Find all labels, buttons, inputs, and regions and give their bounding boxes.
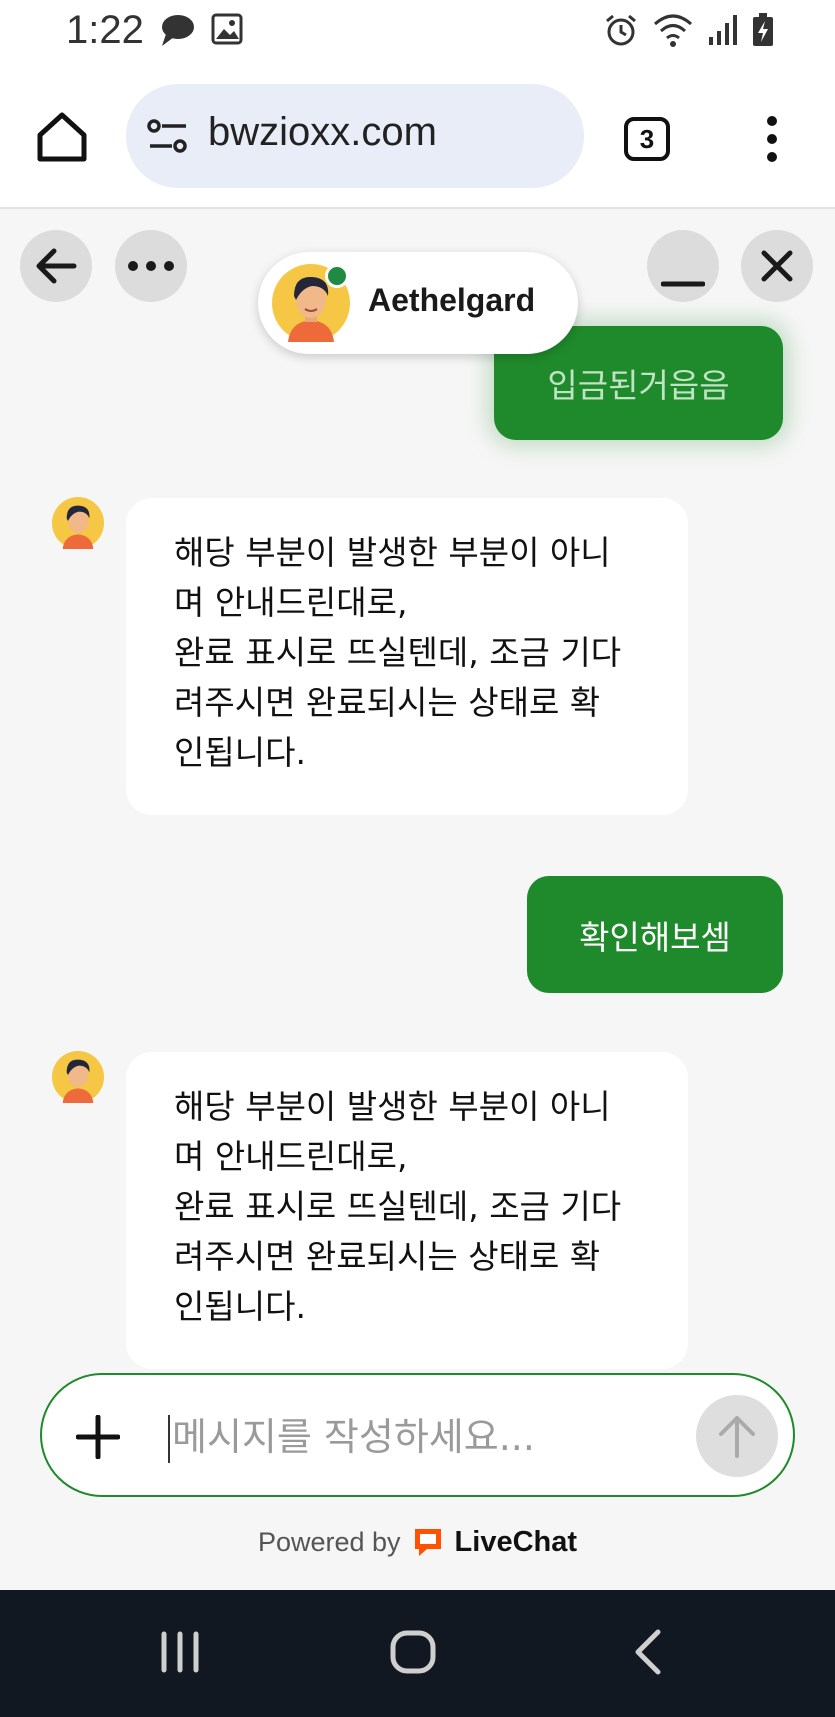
user-message-text: 확인해보셈 [579,917,731,957]
message-composer [40,1373,795,1497]
home-nav-icon[interactable] [390,1628,436,1676]
url-text: bwzioxx.com [208,110,437,154]
powered-by[interactable]: Powered by LiveChat [0,1525,835,1559]
arrow-up-icon [719,1416,755,1458]
plus-icon[interactable] [76,1415,120,1459]
alarm-icon [606,14,636,46]
agent-message-line: 려주시면 완료되시는 상태로 확 [174,683,601,722]
agent-name: Aethelgard [368,282,536,318]
agent-message-line: 인됩니다. [174,1287,306,1326]
arrow-left-icon [36,248,77,284]
agent-message-line: 완료 표시로 뜨실텐데, 조금 기다 [174,1187,622,1226]
back-button[interactable] [20,230,92,302]
minimize-icon [661,281,705,287]
site-settings-icon[interactable] [146,118,190,154]
powered-by-text: Powered by [257,1526,401,1557]
agent-message-line: 인됩니다. [174,733,306,772]
browser-toolbar: bwzioxx.com 3 [0,64,835,209]
agent-message-line: 며 안내드린대로, [174,1137,408,1176]
wifi-icon [654,14,692,47]
status-bar: 1:22 [0,0,835,64]
online-status-dot [325,264,349,288]
agent-avatar-small [52,1051,104,1103]
back-nav-icon[interactable] [630,1628,664,1676]
agent-message-line: 해당 부분이 발생한 부분이 아니 [174,533,611,572]
system-navigation-bar [0,1590,835,1717]
message-input[interactable] [172,1405,652,1469]
minimize-button[interactable] [647,230,719,302]
close-chat-button[interactable] [741,230,813,302]
recent-apps-icon[interactable] [160,1628,200,1676]
home-icon[interactable] [34,109,90,165]
livechat-logo-icon [414,1529,441,1556]
agent-message: 해당 부분이 발생한 부분이 아니 며 안내드린대로, 완료 표시로 뜨실텐데,… [126,498,688,815]
agent-message-line: 며 안내드린대로, [174,583,408,622]
agent-message-line: 완료 표시로 뜨실텐데, 조금 기다 [174,633,622,672]
livechat-brand: LiveChat [454,1525,578,1558]
user-message: 확인해보셈 [527,876,783,993]
address-bar[interactable]: bwzioxx.com [126,84,584,188]
text-caret [168,1415,170,1463]
agent-message: 해당 부분이 발생한 부분이 아니 며 안내드린대로, 완료 표시로 뜨실텐데,… [126,1052,688,1369]
chat-bubble-icon [162,15,194,46]
agent-header: Aethelgard [258,252,578,354]
image-icon [211,13,243,45]
send-button[interactable] [696,1395,778,1477]
agent-message-line: 려주시면 완료되시는 상태로 확 [174,1237,601,1276]
close-icon [761,250,793,282]
agent-message-line: 해당 부분이 발생한 부분이 아니 [174,1087,611,1126]
signal-icon [709,15,737,45]
more-horiz-icon [128,261,174,271]
more-vert-icon[interactable] [762,114,782,164]
tab-switcher-button[interactable]: 3 [624,117,670,161]
agent-avatar-small [52,497,104,549]
battery-charging-icon [753,13,773,46]
more-options-button[interactable] [115,230,187,302]
status-time: 1:22 [66,8,144,52]
user-message-text: 입금된거읍음 [547,366,730,405]
